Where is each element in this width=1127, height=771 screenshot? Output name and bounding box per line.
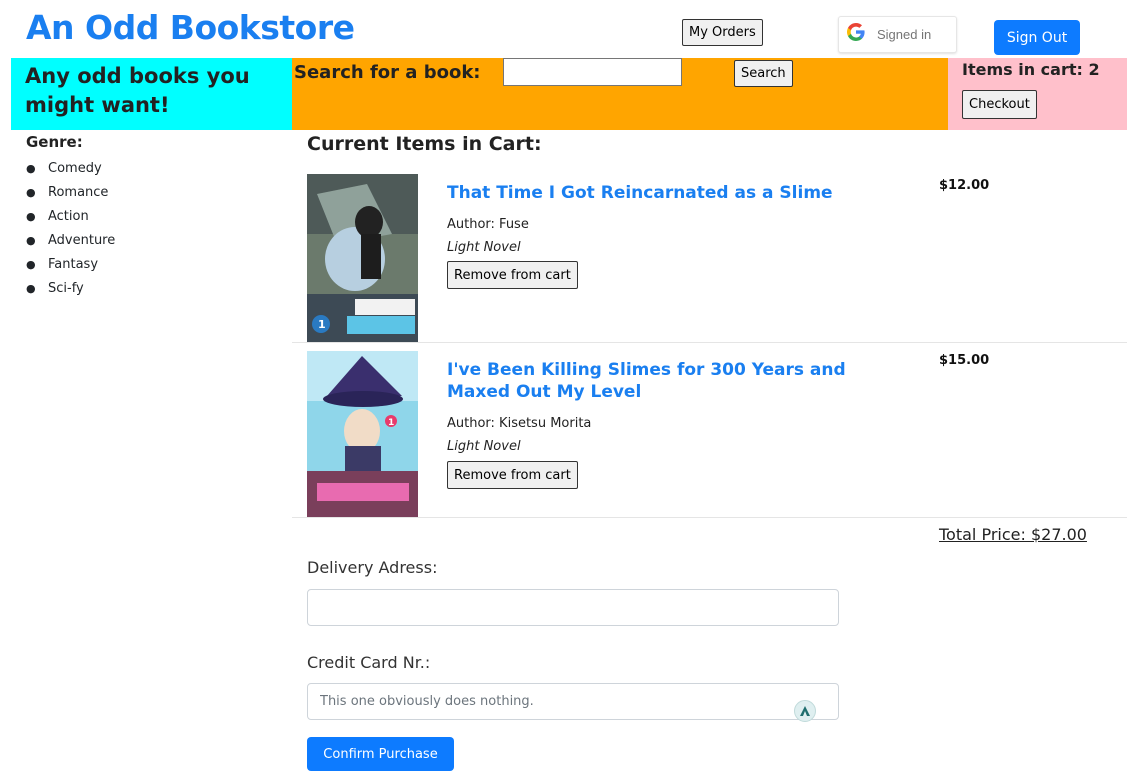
sign-out-button[interactable]: Sign Out	[994, 20, 1080, 55]
cart-panel: Items in cart: 2 Checkout	[948, 58, 1127, 130]
search-label: Search for a book:	[294, 62, 481, 83]
cart-count: Items in cart: 2	[962, 60, 1100, 79]
bullet-icon: ●	[26, 210, 36, 223]
search-button[interactable]: Search	[734, 60, 793, 87]
banner: Any odd books you might want! Search for…	[0, 58, 1127, 130]
genre-item-romance[interactable]: ● Romance	[26, 181, 115, 205]
remove-from-cart-button[interactable]: Remove from cart	[447, 261, 578, 289]
total-price: Total Price: $27.00	[939, 525, 1087, 544]
site-title: An Odd Bookstore	[26, 8, 355, 47]
cart-item: 1 I've Been Killing Slimes for 300 Years…	[292, 343, 1127, 518]
genre-item-comedy[interactable]: ● Comedy	[26, 157, 115, 181]
checkout-button[interactable]: Checkout	[962, 90, 1037, 119]
confirm-purchase-button[interactable]: Confirm Purchase	[307, 737, 454, 771]
genre-label: Comedy	[48, 161, 102, 176]
svg-text:1: 1	[388, 418, 394, 428]
delivery-address-label: Delivery Adress:	[307, 558, 438, 577]
genre-item-action[interactable]: ● Action	[26, 205, 115, 229]
bullet-icon: ●	[26, 258, 36, 271]
genre-label: Adventure	[48, 233, 116, 248]
svg-text:1: 1	[318, 318, 326, 331]
credit-card-input[interactable]	[307, 683, 839, 720]
genre-label: Action	[48, 209, 89, 224]
tagline: Any odd books you might want!	[25, 64, 250, 117]
google-signin-status[interactable]: Signed in	[838, 16, 957, 53]
top-bar: An Odd Bookstore My Orders Signed in Sig…	[0, 0, 1127, 58]
genre-label: Sci-fy	[48, 281, 84, 296]
bullet-icon: ●	[26, 234, 36, 247]
book-author: Author: Kisetsu Morita	[447, 416, 592, 431]
search-input[interactable]	[503, 58, 682, 86]
book-cover-image: 1	[307, 174, 418, 342]
bullet-icon: ●	[26, 162, 36, 175]
credit-card-label: Credit Card Nr.:	[307, 653, 431, 672]
bullet-icon: ●	[26, 186, 36, 199]
remove-from-cart-button[interactable]: Remove from cart	[447, 461, 578, 489]
search-panel: Search for a book: Search	[292, 58, 948, 130]
book-price: $15.00	[939, 353, 990, 368]
google-status-text: Signed in	[877, 27, 932, 42]
delivery-address-input[interactable]	[307, 589, 839, 626]
cart-item: 1 That Time I Got Reincarnated as a Slim…	[292, 170, 1127, 343]
genre-title: Genre:	[26, 133, 83, 151]
genre-list: ● Comedy ● Romance ● Action ● Adventure ● Fan…	[26, 157, 115, 301]
book-category: Light Novel	[447, 439, 521, 454]
book-cover-image: 1	[307, 351, 418, 517]
book-title-link[interactable]: That Time I Got Reincarnated as a Slime	[447, 182, 897, 204]
cart-title: Current Items in Cart:	[307, 133, 542, 155]
genre-label: Fantasy	[48, 257, 99, 272]
genre-item-fantasy[interactable]: ● Fantasy	[26, 253, 115, 277]
genre-item-sci-fy[interactable]: ● Sci-fy	[26, 277, 115, 301]
tagline-panel: Any odd books you might want!	[11, 58, 292, 130]
my-orders-button[interactable]: My Orders	[682, 19, 763, 46]
book-title-link[interactable]: I've Been Killing Slimes for 300 Years a…	[447, 359, 897, 403]
genre-item-adventure[interactable]: ● Adventure	[26, 229, 115, 253]
genre-label: Romance	[48, 185, 109, 200]
book-author: Author: Fuse	[447, 217, 529, 232]
genre-sidebar: Genre: ● Comedy ● Romance ● Action ● Adventu…	[26, 133, 115, 301]
autofill-helper-icon[interactable]	[794, 700, 816, 722]
bullet-icon: ●	[26, 282, 36, 295]
google-icon	[847, 22, 865, 47]
book-category: Light Novel	[447, 240, 521, 255]
book-price: $12.00	[939, 178, 990, 193]
